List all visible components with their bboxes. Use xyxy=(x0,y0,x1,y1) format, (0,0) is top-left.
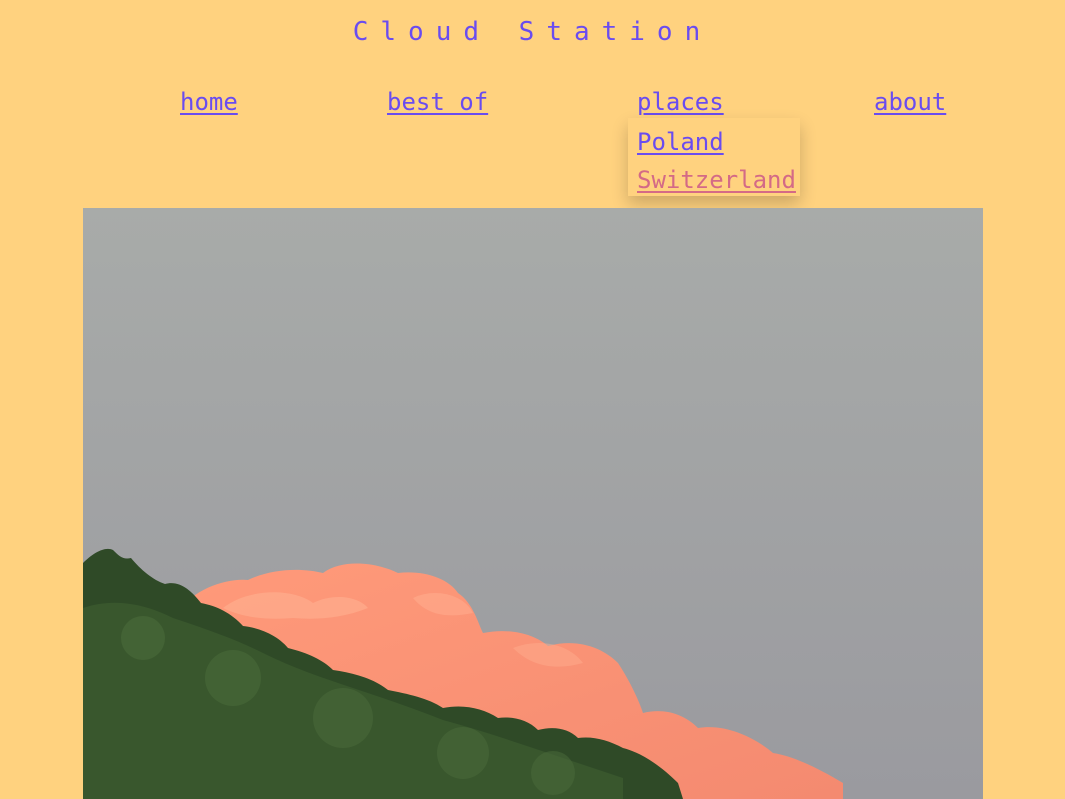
site-title: Cloud Station xyxy=(352,17,713,47)
dropdown-item-switzerland[interactable]: Switzerland xyxy=(637,164,796,196)
cloud-photo-image xyxy=(83,208,983,799)
nav-home-link[interactable]: home xyxy=(180,86,238,118)
nav-about-link[interactable]: about xyxy=(874,86,946,118)
dropdown-item-poland[interactable]: Poland xyxy=(637,126,724,158)
nav-places-link[interactable]: places xyxy=(637,86,724,118)
nav-best-of-link[interactable]: best of xyxy=(387,86,488,118)
places-dropdown-menu: Poland Switzerland xyxy=(628,118,800,196)
cloud-photo xyxy=(83,208,983,799)
